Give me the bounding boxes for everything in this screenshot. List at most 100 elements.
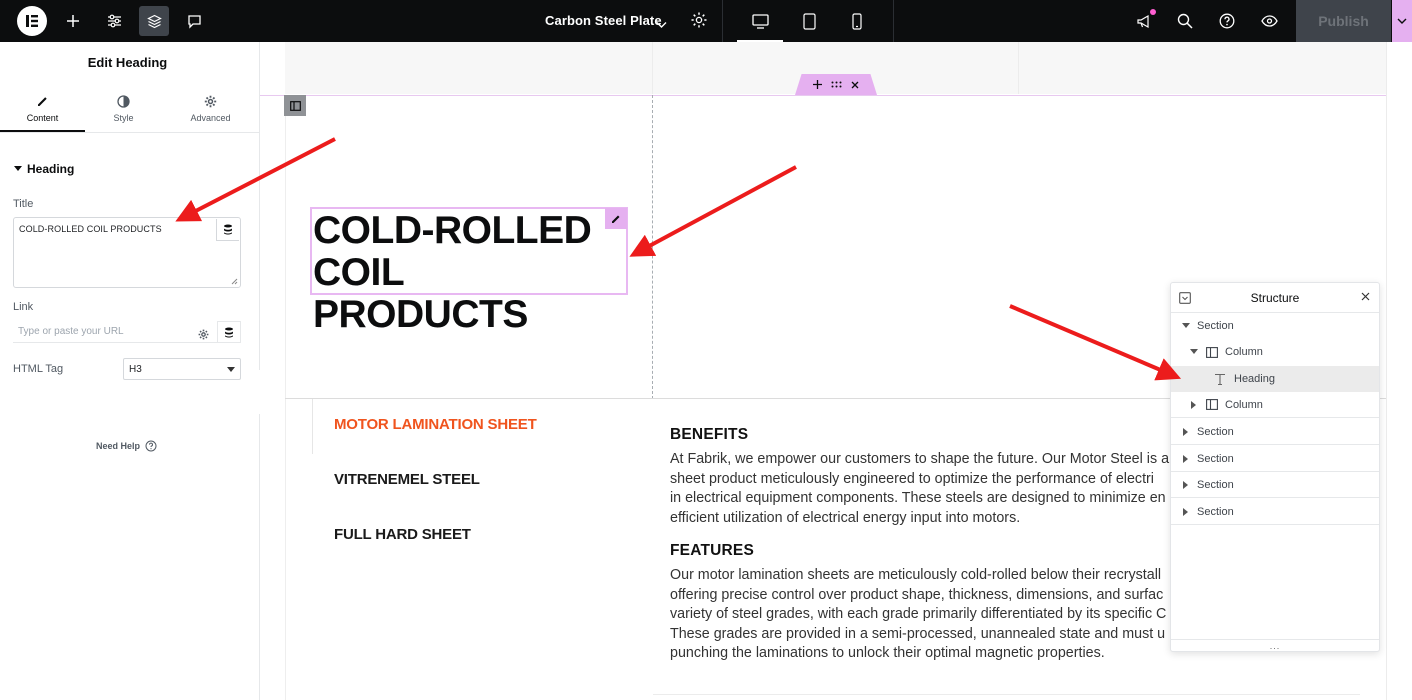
caret-right-icon — [1183, 507, 1188, 516]
column-handle[interactable] — [284, 95, 306, 116]
text-line: sheet product meticulously engineered to… — [670, 470, 1154, 487]
link-options-gear-icon[interactable] — [198, 327, 209, 345]
publish-options-button[interactable] — [1392, 0, 1412, 42]
caret-down-icon — [1190, 349, 1198, 354]
preview-button[interactable] — [1254, 6, 1284, 36]
structure-item-heading[interactable]: Heading — [1171, 366, 1379, 392]
heading-text[interactable]: COLD-ROLLED COIL PRODUCTS — [313, 210, 626, 336]
dynamic-tags-button[interactable] — [216, 219, 239, 241]
structure-title: Structure — [1250, 291, 1300, 305]
drag-handle-icon[interactable] — [831, 81, 842, 88]
link-dynamic-tags-button[interactable] — [217, 321, 241, 343]
text-line: Our motor lamination sheets are meticulo… — [670, 567, 1162, 583]
tab-advanced[interactable]: Advanced — [168, 92, 253, 132]
tab-vitrenemel[interactable]: VITRENEMEL STEEL — [334, 471, 480, 488]
divider — [653, 694, 1360, 695]
structure-item-label: Section — [1197, 505, 1234, 518]
title-value[interactable]: COLD-ROLLED COIL PRODUCTS — [19, 224, 162, 234]
close-icon[interactable] — [851, 81, 859, 89]
tab-motor-lamination[interactable]: MOTOR LAMINATION SHEET — [334, 416, 537, 433]
tablet-icon — [802, 12, 816, 30]
heading-line: COIL PRODUCTS — [313, 251, 528, 336]
structure-resize-handle[interactable]: ... — [1171, 639, 1379, 651]
need-help-link[interactable]: Need Help — [96, 440, 157, 452]
text-line: efficient utilization of electrical ener… — [670, 509, 1021, 526]
desktop-icon — [751, 13, 769, 29]
text-line: offering precise control over product sh… — [670, 586, 1164, 603]
tab-full-hard[interactable]: FULL HARD SHEET — [334, 526, 471, 543]
mobile-view-button[interactable] — [834, 0, 880, 42]
title-label: Title — [13, 198, 34, 210]
structure-item-label: Heading — [1234, 373, 1275, 385]
html-tag-value: H3 — [129, 364, 142, 375]
top-bar: Carbon Steel Plate Publish — [0, 0, 1412, 42]
heading-line: COLD-ROLLED — [313, 209, 592, 252]
structure-item-section[interactable]: Section — [1171, 472, 1379, 498]
page-title[interactable]: Carbon Steel Plate — [545, 13, 662, 28]
publish-button[interactable]: Publish — [1296, 0, 1391, 42]
active-tab-indicator — [312, 399, 313, 454]
section-handle[interactable] — [795, 74, 877, 95]
add-element-button[interactable] — [58, 6, 88, 36]
desktop-view-button[interactable] — [737, 0, 783, 42]
elementor-logo-icon[interactable] — [17, 6, 47, 36]
pencil-icon — [612, 215, 620, 223]
chevron-down-icon — [1397, 18, 1407, 24]
structure-item-label: Column — [1225, 346, 1263, 358]
caret-right-icon — [1183, 427, 1188, 436]
structure-item-column[interactable]: Column — [1171, 392, 1379, 418]
features-text: Our motor lamination sheets are meticulo… — [670, 566, 1230, 664]
database-icon — [224, 224, 232, 235]
canvas-scroll-edge — [1386, 42, 1412, 700]
contrast-icon — [117, 94, 130, 108]
structure-item-section[interactable]: Section — [1171, 419, 1379, 445]
close-icon[interactable] — [1361, 292, 1370, 301]
text-line: in electrical equipment components. Thes… — [670, 490, 1166, 507]
caret-right-icon — [1183, 454, 1188, 463]
section-heading-toggle[interactable]: Heading — [14, 162, 74, 176]
comments-button[interactable] — [179, 6, 209, 36]
structure-item-label: Section — [1197, 320, 1234, 332]
structure-item-label: Section — [1197, 478, 1234, 491]
column-icon — [1206, 346, 1218, 358]
sliders-icon — [107, 14, 121, 28]
link-placeholder: Type or paste your URL — [18, 326, 124, 337]
title-textarea[interactable]: COLD-ROLLED COIL PRODUCTS — [13, 217, 241, 288]
structure-item-column[interactable]: Column — [1171, 339, 1379, 365]
search-button[interactable] — [1170, 6, 1200, 36]
chevron-down-icon[interactable] — [656, 16, 667, 34]
structure-item-section[interactable]: Section — [1171, 446, 1379, 472]
tablet-view-button[interactable] — [786, 0, 832, 42]
tab-style[interactable]: Style — [81, 92, 166, 132]
column-icon — [289, 100, 301, 111]
help-icon — [1219, 13, 1235, 29]
text-line: punching the laminations to unlock their… — [670, 645, 1105, 662]
html-tag-select[interactable]: H3 — [123, 358, 241, 380]
structure-item-section[interactable]: Section — [1171, 499, 1379, 525]
edit-widget-button[interactable] — [605, 208, 627, 229]
features-title: FEATURES — [670, 542, 754, 559]
html-tag-label: HTML Tag — [13, 363, 64, 375]
heading-widget[interactable]: COLD-ROLLED COIL PRODUCTS — [310, 207, 628, 336]
structure-header[interactable]: Structure — [1171, 283, 1379, 313]
pencil-icon — [38, 96, 47, 106]
gear-icon — [204, 95, 217, 107]
mobile-icon — [852, 12, 862, 30]
structure-item-label: Section — [1197, 425, 1234, 438]
section-label: Heading — [27, 162, 75, 176]
divider — [0, 132, 259, 133]
megaphone-icon — [1136, 14, 1149, 28]
page-settings-gear-icon[interactable] — [690, 11, 708, 34]
structure-item-section[interactable]: Section — [1171, 313, 1379, 339]
plus-icon[interactable] — [813, 80, 822, 89]
structure-button[interactable] — [139, 6, 169, 36]
site-settings-button[interactable] — [99, 6, 129, 36]
resize-grip-icon[interactable] — [231, 278, 238, 285]
link-input[interactable]: Type or paste your URL — [13, 321, 217, 343]
structure-item-label: Column — [1225, 398, 1263, 411]
tab-label: Style — [113, 113, 134, 123]
help-button[interactable] — [1212, 6, 1242, 36]
structure-item-label: Section — [1197, 452, 1234, 465]
tab-content[interactable]: Content — [0, 92, 85, 132]
layers-icon — [146, 14, 162, 28]
